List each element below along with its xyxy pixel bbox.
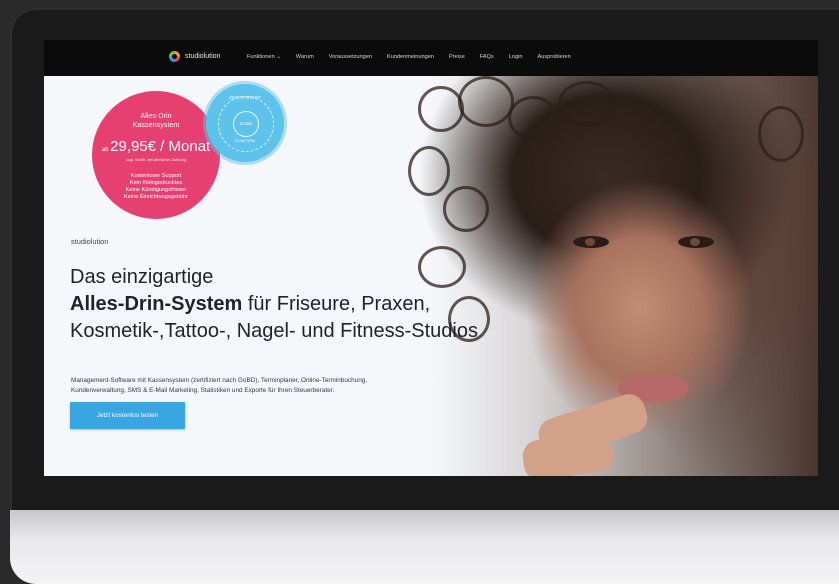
brand-name: studiolution [185,53,221,60]
price-badge-note: zzgl. MwSt. bei jährlicher Zahlung [126,157,186,162]
nav-link-kundenmeinungen[interactable]: Kundenmeinungen [387,54,434,60]
nav-link-ausprobieren[interactable]: Ausprobieren [538,54,571,60]
nav-link-preise[interactable]: Preise [449,54,465,60]
price-badge-price: ab 29,95€ / Monat [101,138,211,155]
hero-brand-label: studiolution [71,237,109,246]
browser-viewport: studiolution Funktionen ⌄ Warum Vorausse… [44,40,818,476]
nav-link-faqs[interactable]: FAQs [480,54,494,60]
nav-link-funktionen[interactable]: Funktionen ⌄ [247,54,281,60]
seal-top-text: ZERTIFIZIERT [229,96,261,101]
top-navbar: studiolution Funktionen ⌄ Warum Vorausse… [44,40,818,76]
gobd-certified-seal: ZERTIFIZIERT GoBD KONFORM [206,84,284,162]
nav-link-login[interactable]: Login [509,54,523,60]
logo-ring-icon [169,51,180,62]
hero-description: Management-Software mit Kassensystem (ze… [71,377,368,394]
brand-logo[interactable]: studiolution [169,51,220,62]
seal-core-text: GoBD [233,111,259,137]
price-badge-features: Kostenloser Support Kein Kleingedrucktes… [123,173,189,200]
hero-headline: Das einzigartige Alles-Drin-System für F… [70,266,478,342]
monitor-chin [10,510,839,584]
price-badge-title: Alles-Drin Kassensystem [132,111,180,129]
try-free-button[interactable]: Jetzt kostenlos testen [70,402,185,429]
price-badge: Alles-Drin Kassensystem ab 29,95€ / Mona… [92,91,220,219]
seal-bottom-text: KONFORM [234,138,256,143]
nav-link-warum[interactable]: Warum [296,54,314,60]
nav-link-voraussetzungen[interactable]: Voraussetzungen [329,54,372,60]
nav-links: Funktionen ⌄ Warum Voraussetzungen Kunde… [247,54,571,60]
